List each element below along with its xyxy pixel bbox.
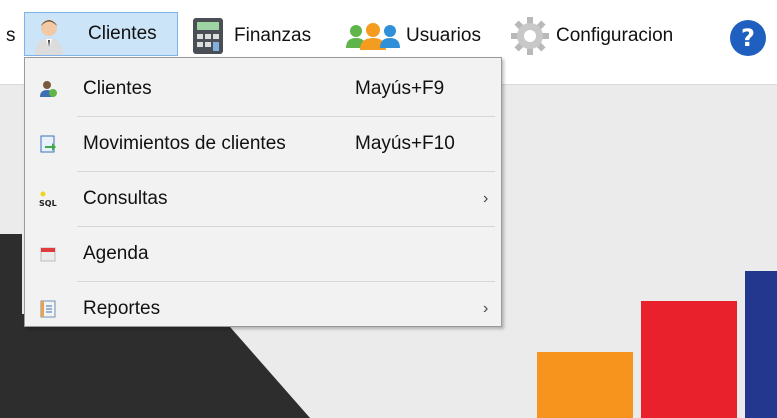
- submenu-arrow-icon: ›: [483, 190, 489, 207]
- users-icon: [346, 22, 400, 50]
- menu-item-partial[interactable]: s: [6, 14, 16, 58]
- menu-item-configuracion[interactable]: Configuracion: [510, 14, 673, 58]
- dropdown-item-shortcut: Mayús+F10: [355, 133, 455, 154]
- dropdown-item-movimientos[interactable]: Movimientos de clientes Mayús+F10: [25, 117, 501, 171]
- client-icon: [39, 80, 57, 98]
- gear-icon: [510, 16, 550, 56]
- report-icon: [39, 300, 57, 318]
- svg-text:?: ?: [741, 24, 755, 52]
- clientes-dropdown-menu: Clientes Mayús+F9 Movimientos de cliente…: [24, 57, 502, 327]
- dropdown-item-label: Reportes: [83, 298, 161, 319]
- dropdown-item-reportes[interactable]: Reportes ›: [25, 282, 501, 336]
- background-bar-red: [641, 301, 737, 418]
- calendar-icon: [39, 245, 57, 263]
- background-bar-orange: [537, 352, 633, 418]
- dropdown-item-label: Movimientos de clientes: [83, 133, 286, 154]
- help-icon: ?: [729, 19, 767, 57]
- dropdown-item-consultas[interactable]: SQL Consultas ›: [25, 172, 501, 226]
- sql-icon-text: SQL: [39, 199, 57, 208]
- dropdown-item-label: Agenda: [83, 243, 149, 264]
- help-button[interactable]: ?: [729, 16, 767, 60]
- background-bar-blue: [745, 271, 777, 418]
- menu-item-configuracion-label: Configuracion: [556, 25, 674, 46]
- dropdown-item-label: Consultas: [83, 188, 168, 209]
- calculator-icon: [192, 17, 224, 55]
- menu-item-partial-label: s: [6, 25, 16, 46]
- menu-item-clientes[interactable]: Clientes: [24, 12, 178, 56]
- person-icon: [31, 15, 67, 55]
- menu-item-usuarios[interactable]: Usuarios: [346, 14, 481, 58]
- menu-item-usuarios-label: Usuarios: [406, 25, 481, 46]
- submenu-arrow-icon: ›: [483, 300, 489, 317]
- document-arrow-icon: [39, 135, 57, 153]
- menu-item-clientes-label: Clientes: [88, 23, 157, 44]
- dropdown-item-clientes[interactable]: Clientes Mayús+F9: [25, 62, 501, 116]
- menu-item-finanzas[interactable]: Finanzas: [192, 14, 311, 58]
- dropdown-item-label: Clientes: [83, 78, 152, 99]
- dropdown-item-shortcut: Mayús+F9: [355, 78, 445, 99]
- dropdown-item-agenda[interactable]: Agenda: [25, 227, 501, 281]
- menu-item-finanzas-label: Finanzas: [234, 25, 312, 46]
- sql-icon: SQL: [39, 190, 57, 208]
